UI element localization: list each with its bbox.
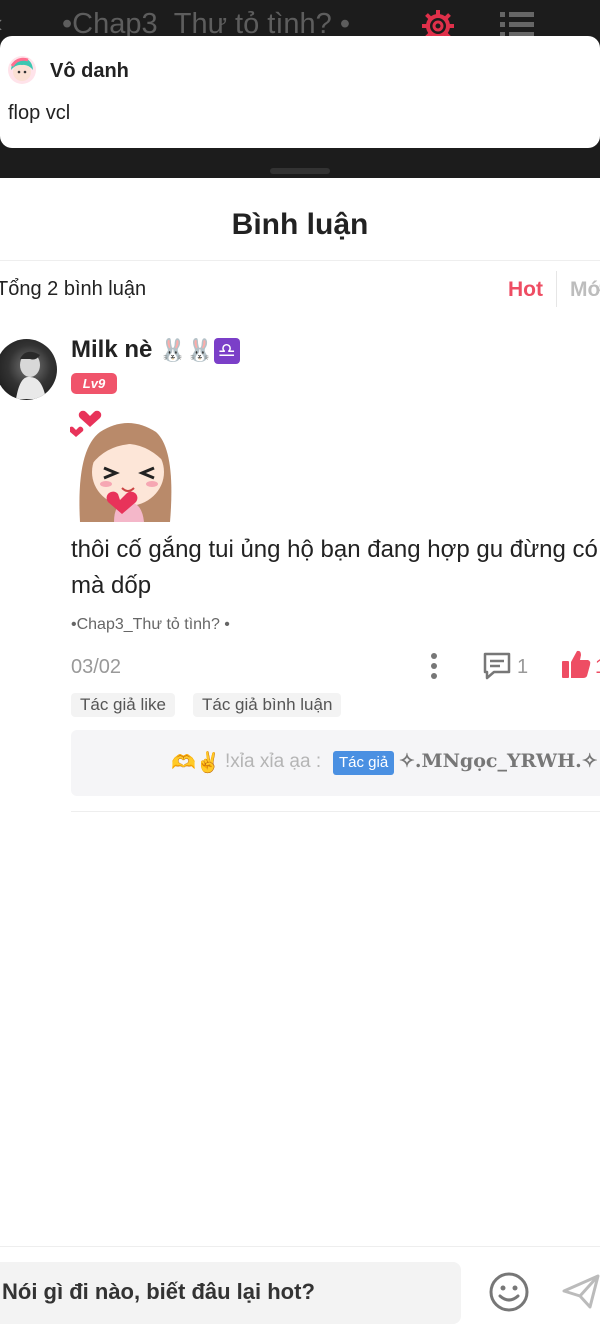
more-vertical-icon[interactable] (428, 652, 440, 680)
comment-input-placeholder: Nói gì đi nào, biết đâu lại hot? (2, 1279, 315, 1304)
like-count: 1 (595, 656, 600, 679)
comment-input[interactable]: Nói gì đi nào, biết đâu lại hot? (0, 1262, 461, 1324)
girl-heart-sticker (70, 410, 172, 522)
comment-date: 03/02 (71, 656, 122, 678)
libra-icon: ♎ (213, 337, 240, 364)
divider (0, 1246, 600, 1247)
reply-icon[interactable] (482, 651, 512, 681)
divider (71, 811, 600, 812)
author-commented-tag: Tác giả bình luận (193, 693, 342, 717)
divider (556, 271, 557, 307)
reply-emojis: 🫶✌️ (171, 752, 221, 774)
comments-panel: Bình luận Tổng 2 bình luận Hot Mới Milk … (0, 178, 600, 1333)
reply-text: !xỉa xỉa ạa : (225, 751, 322, 772)
reply-author-name[interactable]: ✧.MNgọc_YRWH.✧ (399, 750, 598, 772)
level-badge: Lv9 (71, 373, 117, 394)
emoji-icon[interactable] (488, 1271, 530, 1313)
avatar[interactable] (0, 339, 57, 400)
comment-author[interactable]: Milk nè 🐰🐰 ♎ (71, 336, 240, 364)
sort-hot-tab[interactable]: Hot (508, 278, 543, 302)
divider (0, 260, 600, 261)
total-comments: Tổng 2 bình luận (0, 278, 147, 300)
notification-message: flop vcl (8, 102, 71, 124)
panel-handle[interactable] (270, 168, 330, 174)
comment-notification[interactable]: Vô danh flop vcl (0, 36, 600, 148)
avatar (8, 56, 36, 84)
author-emojis: 🐰🐰 (159, 337, 214, 363)
thumbs-up-icon[interactable] (560, 648, 592, 680)
author-liked-tag: Tác giả like (71, 693, 175, 717)
notification-author: Vô danh (50, 60, 129, 82)
panel-title: Bình luận (231, 208, 369, 241)
chapter-reference[interactable]: •Chap3_Thư tỏ tình? • (71, 616, 230, 634)
comment-text: thôi cố gắng tui ủng hộ bạn đang hợp gu … (71, 536, 598, 599)
sort-new-tab[interactable]: Mới (570, 278, 600, 302)
send-icon[interactable] (560, 1271, 600, 1311)
author-name: Milk nè (71, 336, 153, 363)
chevron-left-icon[interactable]: ‹ (0, 8, 3, 39)
author-reply[interactable]: 🫶✌️ !xỉa xỉa ạa : Tác giả ✧.MNgọc_YRWH.✧ (71, 730, 600, 796)
reader-top-bar: ‹ •Chap3_Thư tỏ tình? • Vô danh flo (0, 0, 600, 178)
author-tag: Tác giả (333, 751, 395, 775)
reply-count: 1 (517, 656, 529, 678)
